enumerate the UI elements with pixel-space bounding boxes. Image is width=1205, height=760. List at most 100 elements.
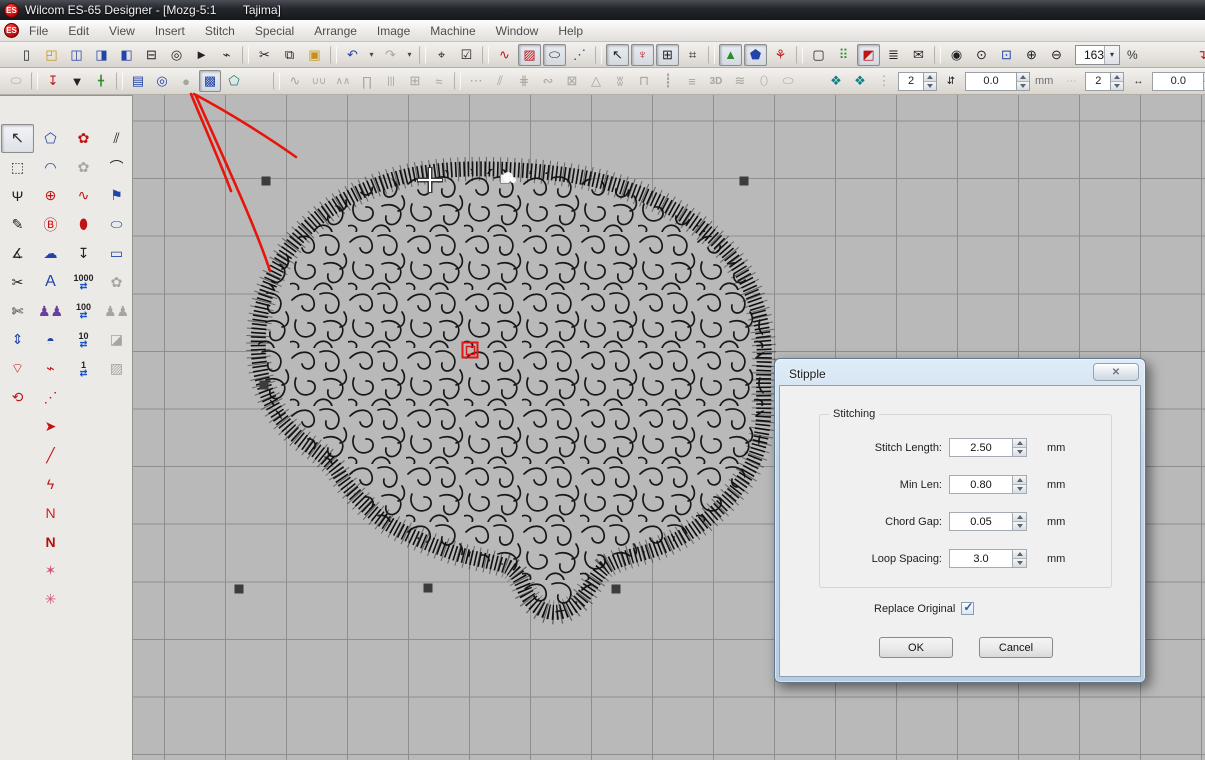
auto-jump-tool[interactable]: ⇕: [1, 326, 34, 355]
vertical-lines-button[interactable]: ┋: [657, 70, 679, 92]
bridge-fill-button[interactable]: ⊓: [633, 70, 655, 92]
zoom-in-button[interactable]: ⊕: [1020, 44, 1043, 66]
open-object-tool[interactable]: N: [34, 498, 67, 527]
branching-tool[interactable]: Ψ: [1, 182, 34, 211]
bead-stitch-tool[interactable]: ⬮: [67, 210, 100, 239]
connect-machine-button[interactable]: ⌁: [215, 44, 238, 66]
field-spinner[interactable]: [1013, 549, 1027, 568]
overlap-squares-button[interactable]: ◩: [857, 44, 880, 66]
boundary-button[interactable]: ●: [175, 70, 197, 92]
grid-x-fill-button[interactable]: ⊠: [561, 70, 583, 92]
horizontal-lines-button[interactable]: ≡: [681, 70, 703, 92]
reshape-object-tool[interactable]: ⬠: [34, 124, 67, 153]
menu-item[interactable]: Edit: [58, 22, 99, 40]
hoop-ruler-button[interactable]: ⌗: [681, 44, 704, 66]
scribble-fill-button[interactable]: ∾: [537, 70, 559, 92]
paste-button[interactable]: ▣: [303, 44, 326, 66]
zigzag-segment-tool[interactable]: ϟ: [34, 470, 67, 499]
run-stitch-button[interactable]: ⋰: [568, 44, 591, 66]
stitch-scissors-tool[interactable]: ✂: [1, 268, 34, 297]
handle-top-right[interactable]: [740, 177, 749, 186]
carving-stamp-tool[interactable]: ☁: [34, 239, 67, 268]
undo-button[interactable]: ↶: [341, 44, 364, 66]
cut-tool[interactable]: ✄: [1, 297, 34, 326]
brain-design-object[interactable]: [258, 169, 764, 612]
stitch-view-button[interactable]: ∿: [493, 44, 516, 66]
grid-toggle-button[interactable]: ⊞: [656, 44, 679, 66]
loop-spacing-row[interactable]: Loop Spacing: 3.0 mm: [820, 540, 1111, 577]
spinner-down-icon[interactable]: [1013, 558, 1026, 567]
zoom-box-button[interactable]: ⊡: [995, 44, 1018, 66]
stitch-density-button[interactable]: ≣: [882, 44, 905, 66]
rows-spinner[interactable]: [924, 72, 937, 91]
undo-dropdown-icon[interactable]: ▾: [366, 44, 377, 66]
stitch-chain-tool[interactable]: ⋰: [34, 383, 67, 412]
close-button[interactable]: ✕: [1093, 363, 1139, 381]
arrow-stitch-tool[interactable]: ➤: [34, 412, 67, 441]
hatch-wave-button[interactable]: ≋: [729, 70, 751, 92]
wheel-object-tool[interactable]: ✳: [34, 585, 67, 614]
spinner-down-icon[interactable]: [1013, 447, 1026, 456]
menu-item[interactable]: Special: [245, 22, 304, 40]
zoom-1to1-button[interactable]: ◉: [945, 44, 968, 66]
menu-item[interactable]: Window: [486, 22, 549, 40]
send-design-button[interactable]: ✉: [907, 44, 930, 66]
print-preview-button[interactable]: ◎: [165, 44, 188, 66]
checkbox-select-button[interactable]: ☑: [455, 44, 478, 66]
print-button[interactable]: ⊟: [140, 44, 163, 66]
monitor-design-button[interactable]: ▢: [807, 44, 830, 66]
handle-bottom-center[interactable]: [424, 584, 433, 593]
ellipse-tool[interactable]: ⬭: [100, 210, 133, 239]
save-to-machine-button[interactable]: ◨: [90, 44, 113, 66]
zoom-level-value[interactable]: 163: [1076, 48, 1104, 62]
spinner-down-icon[interactable]: [1111, 81, 1123, 90]
travel-100-stitches-tool[interactable]: 100: [67, 297, 100, 326]
redo-dropdown-icon[interactable]: ▾: [404, 44, 415, 66]
menu-item[interactable]: Arrange: [304, 22, 367, 40]
penetration-tool[interactable]: ↧: [67, 239, 100, 268]
stitch-length-row[interactable]: Stitch Length: 2.50 mm: [820, 429, 1111, 466]
reshape-curve-tool[interactable]: ◠: [34, 153, 67, 182]
menu-item[interactable]: Machine: [420, 22, 485, 40]
e-stitch-button[interactable]: ∪∪: [308, 70, 330, 92]
fence-fill-button[interactable]: ⋕: [513, 70, 535, 92]
parallel-weave-tool[interactable]: ⫽: [100, 124, 133, 153]
rows-input[interactable]: 2: [898, 72, 924, 91]
columns-spinner[interactable]: [1111, 72, 1124, 91]
menu-item[interactable]: View: [99, 22, 145, 40]
grid-fill-button[interactable]: ⊞: [404, 70, 426, 92]
field-spinner[interactable]: [1013, 512, 1027, 531]
line-stitch-tool[interactable]: ╱: [34, 441, 67, 470]
write-machine-file-button[interactable]: ↴: [1191, 44, 1205, 66]
zoom-dropdown-icon[interactable]: ▾: [1104, 46, 1119, 64]
arc-tool[interactable]: ⌒: [100, 153, 133, 182]
field-spinner[interactable]: [1013, 475, 1027, 494]
menu-item[interactable]: File: [19, 22, 58, 40]
menu-item[interactable]: Insert: [145, 22, 195, 40]
stitch-player-button[interactable]: ►: [190, 44, 213, 66]
spinner-up-icon[interactable]: [1013, 476, 1026, 484]
new-design-button[interactable]: ▯: [15, 44, 38, 66]
menu-item[interactable]: Image: [367, 22, 420, 40]
show-hoop-button[interactable]: ⬭: [5, 70, 27, 92]
applique-tool[interactable]: ⚑: [100, 182, 133, 211]
star-object-tool[interactable]: ✶: [34, 556, 67, 585]
spinner-up-icon[interactable]: [924, 73, 936, 81]
offset-outline-button[interactable]: ⬠: [223, 70, 245, 92]
satin-border-tool[interactable]: ∿: [67, 182, 100, 211]
triangle-fill-button[interactable]: △: [585, 70, 607, 92]
show-objects-button[interactable]: ⬟: [744, 44, 767, 66]
stipple-preview-disabled[interactable]: ▨: [100, 354, 133, 383]
wm-fill-button[interactable]: ʬ: [609, 70, 631, 92]
lettering-tool[interactable]: A: [34, 268, 67, 297]
travel-10-stitches-tool[interactable]: 10: [67, 326, 100, 355]
mirror-rotate-tool[interactable]: ⟲: [1, 383, 34, 412]
knife-tool-disabled[interactable]: ◪: [100, 326, 133, 355]
florentine-effect-tool[interactable]: ✿: [67, 153, 100, 182]
dots-run-button[interactable]: ⋯: [465, 70, 487, 92]
team-names-disabled[interactable]: ♟♟: [100, 297, 133, 326]
cut-button[interactable]: ✂: [253, 44, 276, 66]
fit-corners-a-button[interactable]: ❖: [825, 70, 847, 92]
column-spacing-input[interactable]: 0.0: [1152, 72, 1204, 91]
stipple-button[interactable]: ▩: [199, 70, 221, 92]
